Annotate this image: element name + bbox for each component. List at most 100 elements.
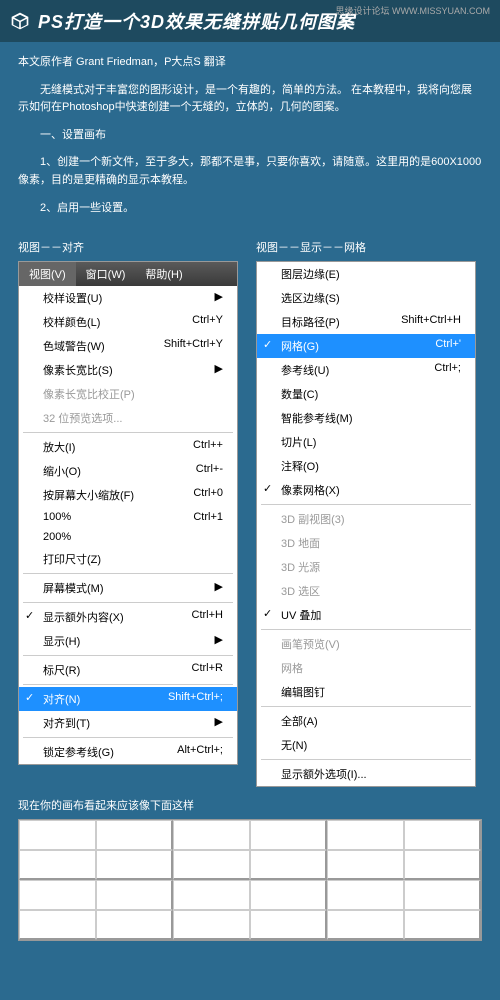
- grid-cell: [404, 880, 481, 910]
- section-heading: 一、设置画布: [18, 127, 482, 145]
- menu-item[interactable]: 屏幕模式(M)▶: [19, 576, 237, 600]
- grid-cell: [19, 820, 96, 850]
- menu-left-label: 视图－－对齐: [18, 239, 244, 255]
- menu-item[interactable]: 数量(C): [257, 382, 475, 406]
- menu-left: 视图(V) 窗口(W) 帮助(H) 校样设置(U)▶校样颜色(L)Ctrl+Y色…: [18, 261, 238, 765]
- menu-item-label: UV 叠加: [281, 607, 321, 623]
- menu-item[interactable]: 无(N): [257, 733, 475, 757]
- menu-item[interactable]: 对齐到(T)▶: [19, 711, 237, 735]
- menu-item-label: 切片(L): [281, 434, 316, 450]
- menu-item[interactable]: 显示(H) ▶: [19, 629, 237, 653]
- menu-item-label: 打印尺寸(Z): [43, 551, 101, 567]
- menu-item-label: 像素长宽比校正(P): [43, 386, 135, 402]
- grid-cell: [19, 850, 96, 880]
- check-icon: ✓: [263, 482, 272, 495]
- menu-item-label: 全部(A): [281, 713, 318, 729]
- menu-item-label: 显示(H): [43, 633, 80, 649]
- menu-item[interactable]: 200%: [19, 527, 237, 547]
- menu-item-label: 屏幕模式(M): [43, 580, 104, 596]
- menu-item[interactable]: ✓ 像素网格(X): [257, 478, 475, 502]
- author-line: 本文原作者 Grant Friedman，P大点S 翻译: [18, 54, 482, 72]
- submenu-arrow-icon: ▶: [215, 362, 223, 378]
- menu-item[interactable]: 放大(I)Ctrl++: [19, 435, 237, 459]
- menu-item-label: 32 位预览选项...: [43, 410, 122, 426]
- check-icon: ✓: [25, 691, 34, 704]
- shortcut: Ctrl+1: [193, 511, 223, 523]
- menu-item[interactable]: 标尺(R)Ctrl+R: [19, 658, 237, 682]
- menu-item-label: 无(N): [281, 737, 307, 753]
- menu-item-label: 200%: [43, 531, 71, 543]
- menu-item[interactable]: 编辑图钉: [257, 680, 475, 704]
- menu-item-label: 校样颜色(L): [43, 314, 100, 330]
- menu-item-label: 校样设置(U): [43, 290, 102, 306]
- menu-item[interactable]: 按屏幕大小缩放(F) Ctrl+0: [19, 483, 237, 507]
- menu-item[interactable]: 选区边缘(S): [257, 286, 475, 310]
- menu-item[interactable]: 100%Ctrl+1: [19, 507, 237, 527]
- menu-right-items: 图层边缘(E) 选区边缘(S)目标路径(P)Shift+Ctrl+H ✓ 网格(G) C…: [257, 262, 475, 786]
- shortcut: Alt+Ctrl+;: [177, 744, 223, 760]
- menu-item-label: 显示额外内容(X): [43, 609, 124, 625]
- grid-cell: [19, 880, 96, 910]
- menu-item[interactable]: 像素长宽比(S)▶: [19, 358, 237, 382]
- menu-item-label: 图层边缘(E): [281, 266, 340, 282]
- intro: 无缝模式对于丰富您的图形设计，是一个有趣的，简单的方法。 在本教程中，我将向您展…: [18, 82, 482, 117]
- submenu-arrow-icon: ▶: [215, 290, 223, 306]
- menu-item[interactable]: 锁定参考线(G) Alt+Ctrl+;: [19, 740, 237, 764]
- menu-item[interactable]: 缩小(O)Ctrl+-: [19, 459, 237, 483]
- menu-item[interactable]: 图层边缘(E): [257, 262, 475, 286]
- menu-right: 图层边缘(E) 选区边缘(S)目标路径(P)Shift+Ctrl+H ✓ 网格(G) C…: [256, 261, 476, 787]
- menu-item: 画笔预览(V): [257, 632, 475, 656]
- menu-item-label: 对齐到(T): [43, 715, 90, 731]
- shortcut: Shift+Ctrl+H: [401, 314, 461, 330]
- separator: [23, 573, 233, 574]
- grid-cell: [327, 910, 404, 940]
- menu-item[interactable]: 校样颜色(L)Ctrl+Y: [19, 310, 237, 334]
- logo-icon: [10, 11, 30, 31]
- separator: [261, 629, 471, 630]
- menu-item-label: 画笔预览(V): [281, 636, 340, 652]
- check-icon: ✓: [263, 338, 272, 351]
- menubar[interactable]: 视图(V) 窗口(W) 帮助(H): [19, 262, 237, 286]
- menu-item[interactable]: 注释(O): [257, 454, 475, 478]
- menu-item[interactable]: ✓对齐(N)Shift+Ctrl+;: [19, 687, 237, 711]
- grid-cell: [96, 910, 173, 940]
- menu-item[interactable]: 全部(A): [257, 709, 475, 733]
- menu-item-label: 缩小(O): [43, 463, 81, 479]
- grid-cell: [173, 850, 250, 880]
- menu-item-label: 网格(G): [281, 338, 319, 354]
- menu-item-label: 注释(O): [281, 458, 319, 474]
- menu-item[interactable]: ✓ UV 叠加: [257, 603, 475, 627]
- menu-item[interactable]: 显示额外选项(I)...: [257, 762, 475, 786]
- check-icon: ✓: [263, 607, 272, 620]
- menubar-help[interactable]: 帮助(H): [135, 262, 192, 286]
- menu-item-label: 按屏幕大小缩放(F): [43, 487, 134, 503]
- menu-item: 32 位预览选项...: [19, 406, 237, 430]
- menu-item-label: 锁定参考线(G): [43, 744, 114, 760]
- menu-item-label: 像素网格(X): [281, 482, 340, 498]
- shortcut: Ctrl+': [435, 338, 461, 354]
- menu-item-label: 色域警告(W): [43, 338, 105, 354]
- menu-item[interactable]: 目标路径(P)Shift+Ctrl+H: [257, 310, 475, 334]
- menu-item-label: 3D 地面: [281, 535, 320, 551]
- grid-cell: [327, 850, 404, 880]
- grid-cell: [404, 910, 481, 940]
- menubar-view[interactable]: 视图(V): [19, 262, 76, 286]
- menu-right-label: 视图－－显示－－网格: [256, 239, 482, 255]
- menu-item[interactable]: ✓ 网格(G) Ctrl+': [257, 334, 475, 358]
- submenu-arrow-icon: ▶: [215, 633, 223, 649]
- shortcut: Ctrl+0: [193, 487, 223, 503]
- menubar-window[interactable]: 窗口(W): [76, 262, 136, 286]
- menu-item[interactable]: 切片(L): [257, 430, 475, 454]
- grid-cell: [327, 880, 404, 910]
- menu-item[interactable]: 打印尺寸(Z): [19, 547, 237, 571]
- menu-item[interactable]: 参考线(U)Ctrl+;: [257, 358, 475, 382]
- grid-cell: [250, 910, 327, 940]
- menu-item[interactable]: 校样设置(U) ▶: [19, 286, 237, 310]
- menu-item-label: 数量(C): [281, 386, 318, 402]
- menu-item[interactable]: 色域警告(W)Shift+Ctrl+Y: [19, 334, 237, 358]
- menu-item-label: 标尺(R): [43, 662, 80, 678]
- canvas-grid: [18, 819, 482, 941]
- menu-item[interactable]: ✓显示额外内容(X)Ctrl+H: [19, 605, 237, 629]
- menu-item[interactable]: 智能参考线(M): [257, 406, 475, 430]
- menu-item-label: 显示额外选项(I)...: [281, 766, 367, 782]
